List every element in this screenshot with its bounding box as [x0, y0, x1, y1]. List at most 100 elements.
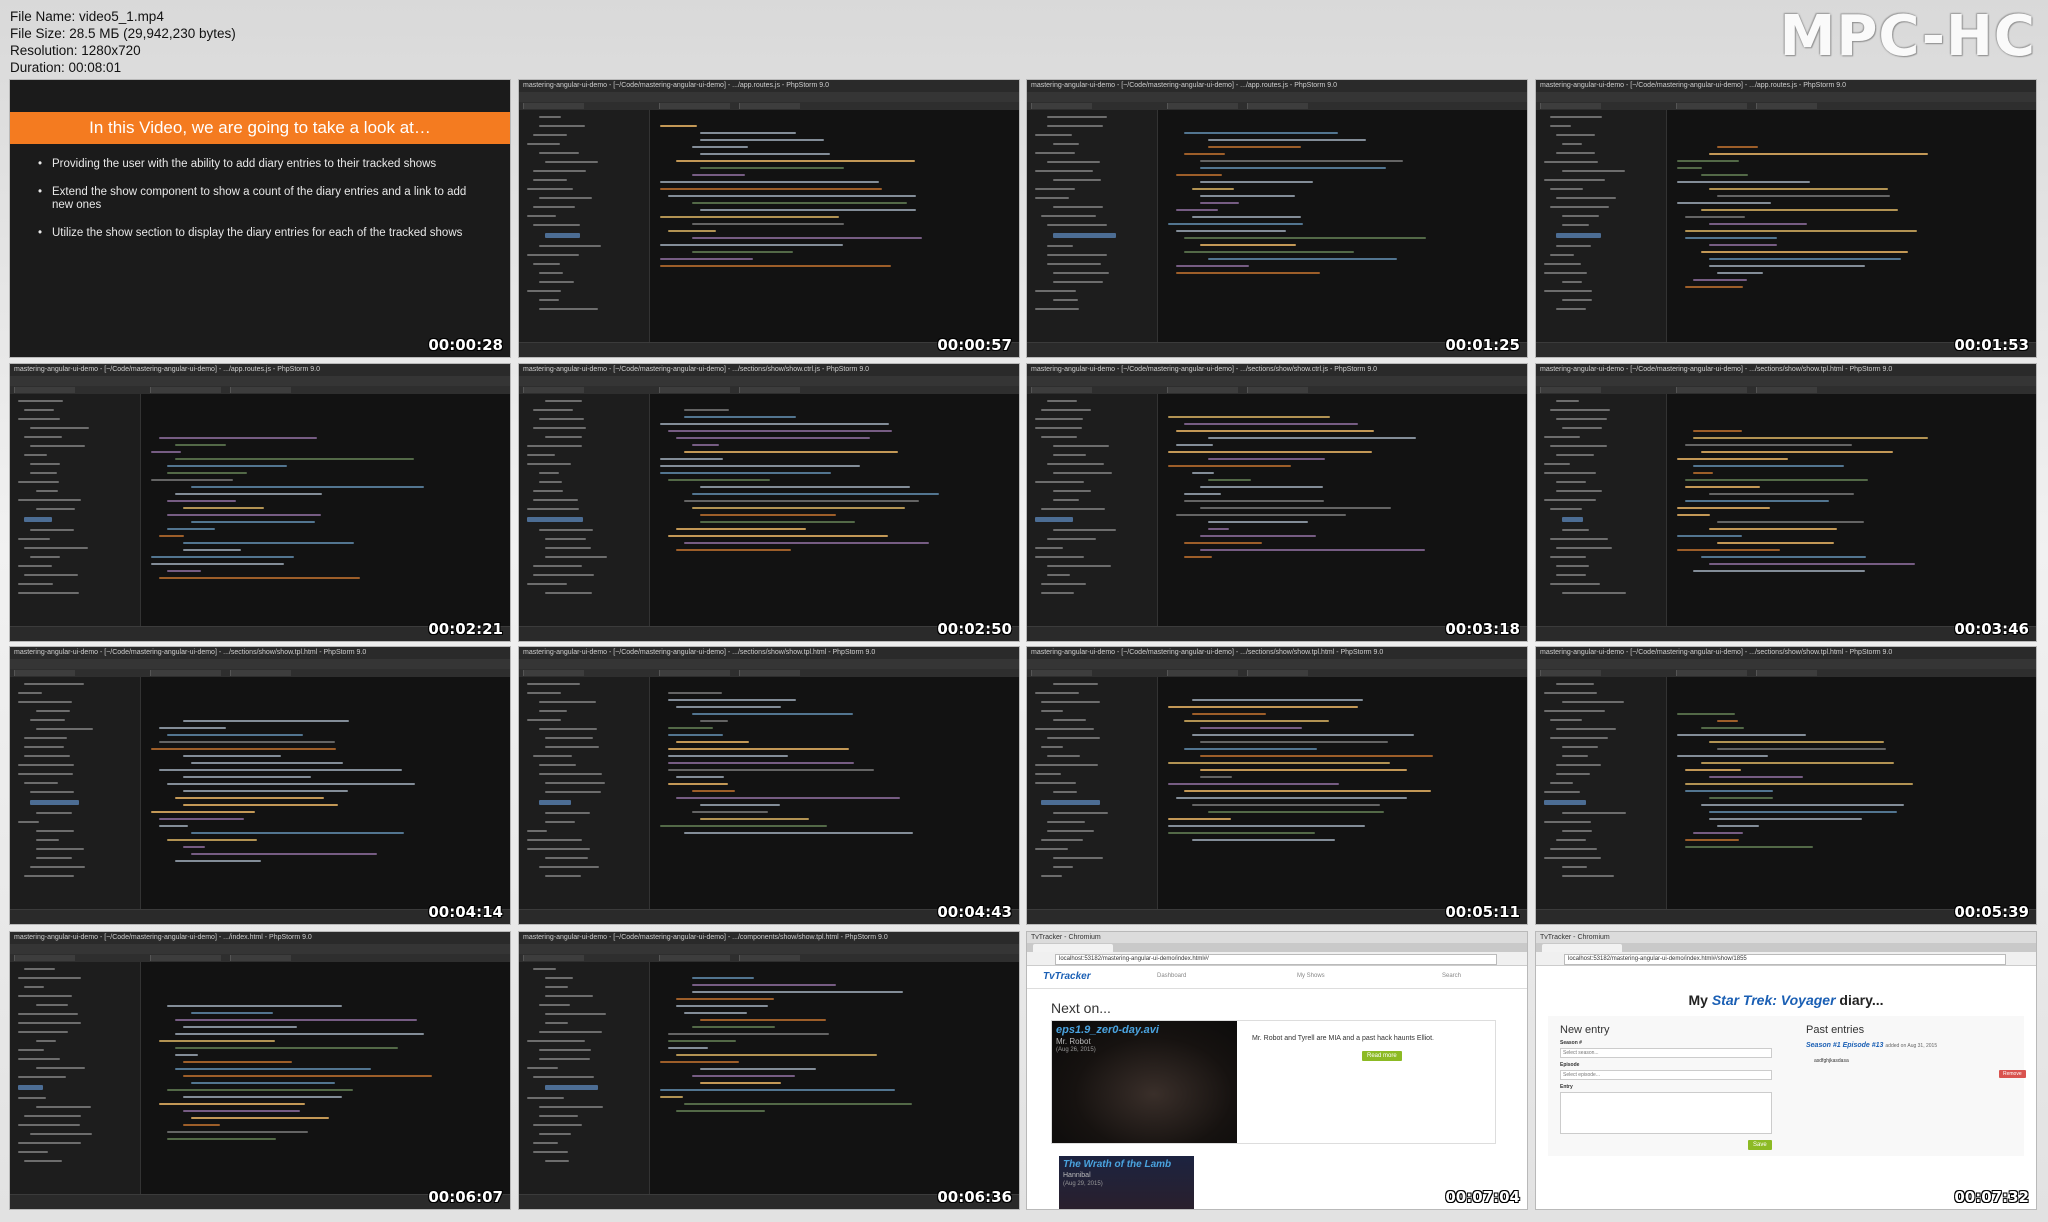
file-resolution: Resolution: 1280x720	[10, 43, 141, 58]
video-thumbnail[interactable]: mastering-angular-ui-demo - [~/Code/mast…	[1536, 647, 2036, 924]
ide-toolbar	[519, 659, 1019, 669]
timestamp-label: 00:05:39	[1954, 903, 2029, 921]
video-thumbnail[interactable]: mastering-angular-ui-demo - [~/Code/mast…	[1536, 364, 2036, 641]
code-editor	[141, 677, 510, 910]
timestamp-label: 00:01:53	[1954, 336, 2029, 354]
video-thumbnail[interactable]: mastering-angular-ui-demo - [~/Code/mast…	[10, 932, 510, 1209]
entry-label: Entry	[1560, 1084, 1573, 1090]
slide-heading: In this Video, we are going to take a lo…	[10, 112, 510, 144]
video-thumbnail[interactable]: mastering-angular-ui-demo - [~/Code/mast…	[1536, 80, 2036, 357]
brand-logo[interactable]: TvTracker	[1043, 971, 1091, 982]
ide-editor-tabs	[1536, 386, 2036, 394]
read-more-button[interactable]: Read more	[1362, 1051, 1402, 1061]
episode-description: Mr. Robot and Tyrell are MIA and a past …	[1252, 1035, 1434, 1042]
browser-toolbar: localhost:53182/mastering-angular-ui-dem…	[1027, 952, 1527, 966]
episode-date: (Aug 26, 2015)	[1056, 1047, 1096, 1053]
video-thumbnail[interactable]: mastering-angular-ui-demo - [~/Code/mast…	[10, 364, 510, 641]
video-thumbnail[interactable]: mastering-angular-ui-demo - [~/Code/mast…	[1027, 80, 1527, 357]
episode-select[interactable]: Select episode...	[1560, 1070, 1772, 1080]
browser-tabs	[1027, 943, 1527, 952]
ide-editor-tabs	[1027, 102, 1527, 110]
remove-button[interactable]: Remove	[1999, 1070, 2026, 1078]
code-editor	[1158, 677, 1527, 910]
ide-window-title: mastering-angular-ui-demo - [~/Code/mast…	[1536, 647, 2036, 659]
timestamp-label: 00:00:28	[428, 336, 503, 354]
video-thumbnail[interactable]: In this Video, we are going to take a lo…	[10, 80, 510, 357]
timestamp-label: 00:07:32	[1954, 1188, 2029, 1206]
ide-toolbar	[10, 659, 510, 669]
season-label: Season #	[1560, 1040, 1582, 1046]
browser-tab[interactable]	[1033, 944, 1113, 952]
code-editor	[1667, 677, 2036, 910]
ide-editor-tabs	[519, 669, 1019, 677]
slide-bullet: Providing the user with the ability to a…	[38, 158, 484, 172]
ide-window-title: mastering-angular-ui-demo - [~/Code/mast…	[10, 932, 510, 944]
video-thumbnail[interactable]: mastering-angular-ui-demo - [~/Code/mast…	[519, 932, 1019, 1209]
episode-title: The Wrath of the Lamb	[1063, 1159, 1172, 1170]
ide-toolbar	[1536, 659, 2036, 669]
video-thumbnail[interactable]: mastering-angular-ui-demo - [~/Code/mast…	[10, 647, 510, 924]
code-editor	[141, 962, 510, 1195]
ide-window-title: mastering-angular-ui-demo - [~/Code/mast…	[1027, 647, 1527, 659]
code-editor	[141, 394, 510, 627]
new-entry-title: New entry	[1560, 1024, 1610, 1036]
save-button[interactable]: Save	[1748, 1140, 1772, 1150]
season-select[interactable]: Select season...	[1560, 1048, 1772, 1058]
browser-tab[interactable]	[1542, 944, 1622, 952]
ide-editor-tabs	[519, 386, 1019, 394]
nav-dashboard[interactable]: Dashboard	[1157, 973, 1186, 979]
browser-page: TvTracker Dashboard My Shows Search Next…	[1027, 966, 1527, 1209]
ide-toolbar	[10, 376, 510, 386]
ide-toolbar	[1536, 376, 2036, 386]
project-tree	[1536, 110, 1667, 343]
project-tree	[519, 110, 650, 343]
project-tree	[10, 394, 141, 627]
diary-heading-prefix: My	[1688, 992, 1712, 1008]
video-thumbnail[interactable]: TvTracker - Chromium localhost:53182/mas…	[1536, 932, 2036, 1209]
browser-toolbar: localhost:53182/mastering-angular-ui-dem…	[1536, 952, 2036, 966]
episode-date: (Aug 29, 2015)	[1063, 1181, 1103, 1187]
browser-tabs	[1536, 943, 2036, 952]
video-thumbnail[interactable]: mastering-angular-ui-demo - [~/Code/mast…	[519, 80, 1019, 357]
video-thumbnail[interactable]: mastering-angular-ui-demo - [~/Code/mast…	[1027, 647, 1527, 924]
past-entry-meta: added on Aug 31, 2015	[1885, 1043, 1938, 1049]
project-tree	[10, 677, 141, 910]
slide-bullet: Utilize the show section to display the …	[38, 227, 484, 241]
project-tree	[1027, 110, 1158, 343]
browser-page: My Star Trek: Voyager diary... New entry…	[1536, 966, 2036, 1209]
entry-textarea[interactable]	[1560, 1092, 1772, 1134]
code-editor	[650, 962, 1019, 1195]
mpc-hc-logo: MPC-HC	[1779, 4, 2036, 69]
ide-editor-tabs	[1027, 386, 1527, 394]
nav-my-shows[interactable]: My Shows	[1297, 973, 1325, 979]
video-thumbnail[interactable]: TvTracker - Chromium localhost:53182/mas…	[1027, 932, 1527, 1209]
project-tree	[1536, 394, 1667, 627]
ide-window-title: mastering-angular-ui-demo - [~/Code/mast…	[1536, 364, 2036, 376]
code-editor	[650, 394, 1019, 627]
project-tree	[1027, 677, 1158, 910]
ide-editor-tabs	[519, 954, 1019, 962]
ide-window-title: mastering-angular-ui-demo - [~/Code/mast…	[1536, 80, 2036, 92]
timestamp-label: 00:06:36	[937, 1188, 1012, 1206]
ide-editor-tabs	[519, 102, 1019, 110]
past-entry-title: Season #1 Episode #13	[1806, 1042, 1884, 1049]
timestamp-label: 00:04:14	[428, 903, 503, 921]
section-title: Next on...	[1051, 1000, 1111, 1016]
timestamp-label: 00:02:50	[937, 620, 1012, 638]
video-thumbnail[interactable]: mastering-angular-ui-demo - [~/Code/mast…	[519, 647, 1019, 924]
timestamp-label: 00:03:46	[1954, 620, 2029, 638]
ide-editor-tabs	[10, 669, 510, 677]
episode-card: eps1.9_zer0-day.avi Mr. Robot (Aug 26, 2…	[1051, 1020, 1496, 1144]
timestamp-label: 00:00:57	[937, 336, 1012, 354]
ide-toolbar	[10, 944, 510, 954]
address-bar[interactable]: localhost:53182/mastering-angular-ui-dem…	[1055, 954, 1497, 965]
past-entry: Season #1 Episode #13 added on Aug 31, 2…	[1806, 1042, 1937, 1049]
nav-search[interactable]: Search	[1442, 973, 1461, 979]
address-bar[interactable]: localhost:53182/mastering-angular-ui-dem…	[1564, 954, 2006, 965]
timestamp-label: 00:04:43	[937, 903, 1012, 921]
file-info: File Name: video5_1.mp4 File Size: 28.5 …	[10, 8, 236, 76]
video-thumbnail[interactable]: mastering-angular-ui-demo - [~/Code/mast…	[1027, 364, 1527, 641]
ide-window-title: mastering-angular-ui-demo - [~/Code/mast…	[519, 364, 1019, 376]
ide-toolbar	[1027, 92, 1527, 102]
video-thumbnail[interactable]: mastering-angular-ui-demo - [~/Code/mast…	[519, 364, 1019, 641]
